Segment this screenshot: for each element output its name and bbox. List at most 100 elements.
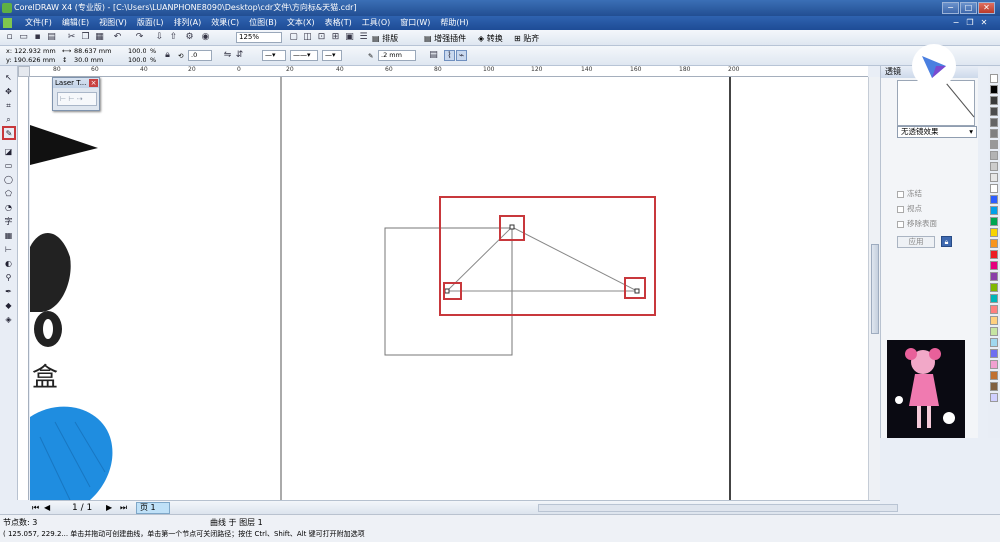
blue-fan-shape[interactable] [30, 406, 113, 500]
palette-swatch[interactable] [990, 85, 998, 94]
table-tool-icon[interactable]: ▦ [3, 230, 14, 241]
palette-swatch[interactable] [990, 217, 998, 226]
save-icon[interactable]: ▪ [32, 32, 43, 43]
black-blob-shape[interactable] [30, 233, 71, 312]
snap-toolbar-button[interactable]: ⊞ 贴齐 [514, 33, 539, 44]
interactive-tool-icon[interactable]: ◐ [3, 258, 14, 269]
application-launcher-icon[interactable]: ⚙ [184, 32, 195, 43]
text-tool-icon[interactable]: 字 [3, 216, 14, 227]
horizontal-ruler[interactable]: 80 60 40 20 0 20 40 60 80 100 120 140 160 180 200 [30, 66, 868, 77]
palette-swatch[interactable] [990, 305, 998, 314]
close-curve-icon[interactable]: ⌇ [444, 50, 455, 61]
prev-page-icon[interactable]: ◀ [44, 503, 50, 512]
menu-item-8[interactable]: 表格(T) [320, 16, 357, 30]
interactive-fill-tool-icon[interactable]: ◈ [3, 314, 14, 325]
doc-close-icon[interactable]: ✕ [978, 17, 990, 28]
ruler-origin[interactable] [18, 66, 30, 77]
display-icon[interactable]: ◫ [302, 32, 313, 43]
menu-item-1[interactable]: 编辑(E) [57, 16, 94, 30]
print-icon[interactable]: ▤ [46, 32, 57, 43]
menu-item-10[interactable]: 窗口(W) [395, 16, 435, 30]
last-page-icon[interactable]: ⏭ [120, 503, 127, 513]
rectangle-tool-icon[interactable]: ▭ [3, 160, 14, 171]
redo-icon[interactable]: ↷ [134, 32, 145, 43]
fill-tool-icon[interactable]: ◆ [3, 300, 14, 311]
shape-tool-icon[interactable]: ✥ [3, 86, 14, 97]
page-tab[interactable]: 页 1 [136, 502, 170, 514]
menu-item-0[interactable]: 文件(F) [20, 16, 57, 30]
palette-swatch[interactable] [990, 151, 998, 160]
cut-icon[interactable]: ✂ [66, 32, 77, 43]
plugins-toolbar-button[interactable]: ▤ 增强插件 [424, 33, 466, 44]
close-button[interactable]: ✕ [978, 2, 995, 14]
zoom-select[interactable]: 125% [236, 32, 282, 43]
palette-swatch[interactable] [990, 195, 998, 204]
vertical-ruler[interactable] [18, 77, 29, 500]
lock-icon[interactable]: 🔒︎ [941, 236, 952, 247]
pick-tool-icon[interactable]: ↖ [3, 72, 14, 83]
export-icon[interactable]: ⇧ [168, 32, 179, 43]
corel-online-icon[interactable]: ◉ [200, 32, 211, 43]
menu-item-2[interactable]: 视图(V) [94, 16, 132, 30]
basic-shapes-tool-icon[interactable]: ◔ [3, 202, 14, 213]
zoom-to-page-icon[interactable]: ⊡ [316, 32, 327, 43]
doc-restore-icon[interactable]: ❐ [964, 17, 976, 28]
lens-effect-select[interactable]: 无透镜效果 ▾ [897, 126, 977, 138]
palette-swatch[interactable] [990, 338, 998, 347]
menu-item-4[interactable]: 排列(A) [169, 16, 207, 30]
start-arrow-select[interactable]: —▾ [262, 50, 286, 61]
menu-item-3[interactable]: 版面(L) [132, 16, 169, 30]
palette-swatch[interactable] [990, 129, 998, 138]
palette-swatch[interactable] [990, 261, 998, 270]
curve-node-right[interactable] [634, 288, 640, 294]
end-arrow-select[interactable]: —▾ [322, 50, 342, 61]
triangle-curve-path[interactable] [446, 226, 638, 292]
palette-swatch[interactable] [990, 294, 998, 303]
menu-item-5[interactable]: 效果(C) [206, 16, 244, 30]
menu-item-11[interactable]: 帮助(H) [435, 16, 473, 30]
eyedropper-tool-icon[interactable]: ⚲ [3, 272, 14, 283]
freehand-tool-icon[interactable]: ✎ [2, 126, 16, 140]
palette-swatch[interactable] [990, 206, 998, 215]
canvas-text-glyph[interactable]: 盒 [32, 357, 58, 394]
palette-swatch[interactable] [990, 250, 998, 259]
black-triangle-shape[interactable] [30, 125, 98, 165]
palette-swatch[interactable] [990, 74, 998, 83]
smart-fill-tool-icon[interactable]: ◪ [3, 146, 14, 157]
frozen-checkbox[interactable]: 冻结 [897, 188, 922, 199]
curve-node-left[interactable] [444, 288, 450, 294]
maximize-button[interactable]: □ [960, 2, 977, 14]
line-style-select[interactable]: ——▾ [290, 50, 318, 61]
menu-item-7[interactable]: 文本(X) [282, 16, 320, 30]
doc-minimize-icon[interactable]: − [950, 17, 962, 28]
ellipse-tool-icon[interactable]: ◯ [3, 174, 14, 185]
outline-tool-icon[interactable]: ✒ [3, 286, 14, 297]
vertical-scrollbar[interactable] [868, 77, 880, 500]
wrap-text-icon[interactable]: ▤ [428, 50, 439, 61]
undo-icon[interactable]: ↶ [112, 32, 123, 43]
first-page-icon[interactable]: ⏮ [32, 503, 39, 513]
welcome-screen-icon[interactable]: ▣ [344, 32, 355, 43]
arrange-toolbar-button[interactable]: ▤ 排版 [372, 33, 398, 44]
zoom-to-selection-icon[interactable]: ⊞ [330, 32, 341, 43]
mirror-vertical-icon[interactable]: ⇵ [234, 50, 245, 61]
laser-tool-buttons[interactable]: ⊢ ⊢ ⇢ [57, 92, 97, 106]
open-folder-icon[interactable]: ▭ [18, 32, 29, 43]
palette-swatch[interactable] [990, 118, 998, 127]
palette-swatch[interactable] [990, 228, 998, 237]
palette-swatch[interactable] [990, 349, 998, 358]
polygon-tool-icon[interactable]: ⬠ [3, 188, 14, 199]
apply-button[interactable]: 应用 [897, 236, 935, 248]
palette-swatch[interactable] [990, 393, 998, 402]
vertical-scroll-thumb[interactable] [871, 244, 879, 334]
palette-swatch[interactable] [990, 327, 998, 336]
palette-swatch[interactable] [990, 382, 998, 391]
horizontal-scrollbar[interactable] [538, 504, 898, 512]
palette-swatch[interactable] [990, 283, 998, 292]
palette-swatch[interactable] [990, 184, 998, 193]
curve-node-top[interactable] [509, 224, 515, 230]
drawing-canvas[interactable]: 盒 [30, 77, 868, 500]
viewpoint-checkbox[interactable]: 视点 [897, 203, 922, 214]
rotation-field[interactable]: .0 [188, 50, 212, 61]
outline-width-select[interactable]: .2 mm [378, 50, 416, 61]
